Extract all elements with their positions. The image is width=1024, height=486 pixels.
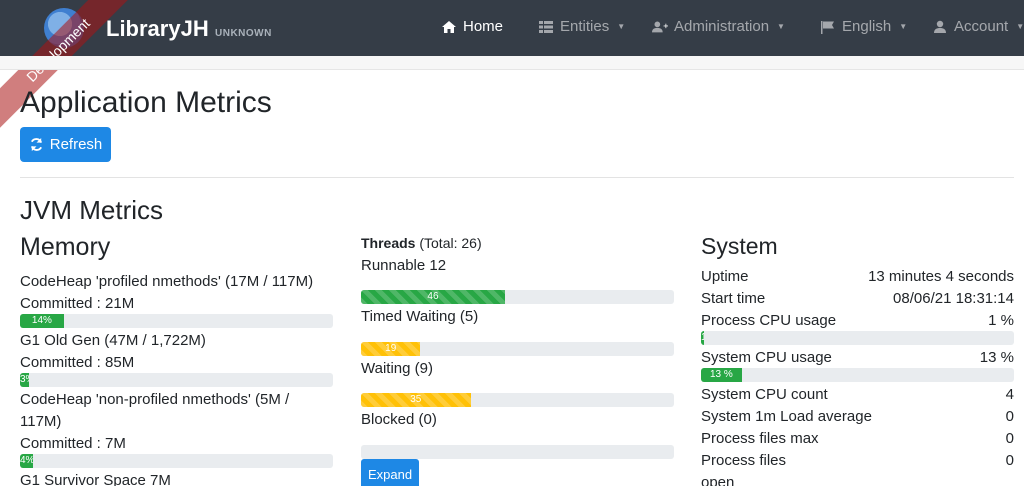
system-row-label: Process files max bbox=[701, 430, 819, 447]
navbar: LibraryJH UNKNOWN Home Entities ▼ Admini… bbox=[0, 0, 1024, 56]
system-row-files-open: Process files 0 bbox=[701, 452, 1014, 469]
system-row-start-time: Start time 08/06/21 18:31:14 bbox=[701, 290, 1014, 307]
home-icon bbox=[442, 20, 456, 33]
user-plus-icon bbox=[652, 20, 668, 32]
system-row-label: System CPU usage bbox=[701, 349, 832, 366]
refresh-button[interactable]: Refresh bbox=[20, 127, 111, 162]
threads-runnable: Runnable 12 bbox=[361, 257, 447, 274]
caret-down-icon: ▼ bbox=[899, 22, 908, 31]
system-row-load-average: System 1m Load average 0 bbox=[701, 408, 1014, 425]
threads-progress-fill: 46 bbox=[361, 290, 505, 304]
system-row-value: 08/06/21 18:31:14 bbox=[893, 290, 1014, 307]
nav-administration-label: Administration bbox=[674, 18, 770, 35]
page-title: Application Metrics bbox=[20, 86, 272, 119]
jvm-metrics-title: JVM Metrics bbox=[20, 195, 163, 225]
caret-down-icon: ▼ bbox=[1016, 22, 1024, 31]
system-row-value: 13 % bbox=[979, 349, 1014, 366]
system-cpu-progress-fill: 13 % bbox=[701, 368, 742, 382]
nav-language[interactable]: English ▼ bbox=[820, 18, 907, 35]
system-row-value: 0 bbox=[1005, 452, 1014, 469]
memory-item-label: CodeHeap 'profiled nmethods' (17M / 117M… bbox=[20, 273, 314, 290]
nav-account-label: Account bbox=[954, 18, 1009, 35]
system-row-uptime: Uptime 13 minutes 4 seconds bbox=[701, 268, 1014, 285]
memory-item-committed: Committed : 7M bbox=[20, 435, 126, 452]
threads-total: (Total: 26) bbox=[419, 235, 482, 251]
memory-item-label: G1 Survivor Space 7M bbox=[20, 472, 171, 486]
system-row-process-cpu: Process CPU usage 1 % bbox=[701, 312, 1014, 329]
threads-title: Threads bbox=[361, 235, 416, 251]
process-cpu-progress-fill: 1 % bbox=[701, 331, 705, 345]
process-cpu-progress: 1 % bbox=[701, 331, 1014, 345]
flag-icon bbox=[821, 20, 834, 34]
system-row-label: Start time bbox=[701, 290, 766, 307]
memory-item-label-cont: 117M) bbox=[20, 413, 62, 430]
brand-version: UNKNOWN bbox=[215, 28, 272, 39]
memory-item-label: G1 Old Gen (47M / 1,722M) bbox=[20, 332, 206, 349]
system-row-cpu-count: System CPU count 4 bbox=[701, 386, 1014, 403]
expand-button[interactable]: Expand bbox=[361, 459, 419, 486]
caret-down-icon: ▼ bbox=[617, 22, 626, 31]
memory-item-committed: Committed : 85M bbox=[20, 354, 135, 371]
nav-home-label: Home bbox=[463, 18, 504, 35]
caret-down-icon: ▼ bbox=[777, 22, 785, 31]
nav-administration[interactable]: Administration ▼ bbox=[652, 18, 785, 35]
threads-state-label: Timed Waiting (5) bbox=[361, 308, 479, 325]
threads-progress: 19 bbox=[361, 342, 674, 356]
threads-progress: 46 bbox=[361, 290, 674, 304]
threads-progress-fill: 35 bbox=[361, 393, 471, 407]
nav-account[interactable]: Account ▼ bbox=[932, 18, 1024, 35]
system-cpu-progress: 13 % bbox=[701, 368, 1014, 382]
memory-item-label: CodeHeap 'non-profiled nmethods' (5M / bbox=[20, 391, 290, 408]
threads-progress bbox=[361, 445, 674, 459]
divider bbox=[20, 177, 1014, 178]
memory-progress-fill: 3% bbox=[20, 373, 30, 387]
system-row-value: 13 minutes 4 seconds bbox=[868, 268, 1014, 285]
threads-state-label: Blocked (0) bbox=[361, 411, 437, 428]
threads-progress-fill: 19 bbox=[361, 342, 421, 356]
user-icon bbox=[934, 20, 946, 33]
system-row-label: System 1m Load average bbox=[701, 408, 872, 425]
system-title: System bbox=[701, 233, 778, 259]
system-row-label-cont: open bbox=[701, 474, 735, 486]
memory-title: Memory bbox=[20, 233, 111, 261]
system-row-value: 4 bbox=[1005, 386, 1014, 403]
threads-state-label: Waiting (9) bbox=[361, 360, 433, 377]
system-row-files-max: Process files max 0 bbox=[701, 430, 1014, 447]
refresh-icon bbox=[30, 137, 42, 152]
system-row-label: Process files bbox=[701, 452, 787, 469]
nav-home[interactable]: Home bbox=[441, 18, 503, 35]
system-row-system-cpu: System CPU usage 13 % bbox=[701, 349, 1014, 366]
memory-progress: 14% bbox=[20, 314, 333, 328]
threads-progress: 35 bbox=[361, 393, 674, 407]
brand-name[interactable]: LibraryJH bbox=[106, 16, 209, 42]
memory-item-committed: Committed : 21M bbox=[20, 295, 135, 312]
nav-entities-label: Entities bbox=[560, 18, 610, 35]
memory-progress: 4% bbox=[20, 454, 333, 468]
memory-progress: 3% bbox=[20, 373, 333, 387]
brand-logo-icon[interactable] bbox=[44, 8, 84, 48]
system-row-label: Process CPU usage bbox=[701, 312, 837, 329]
threads-header: Threads (Total: 26) bbox=[361, 235, 482, 251]
refresh-label: Refresh bbox=[49, 136, 103, 153]
system-row-label: System CPU count bbox=[701, 386, 828, 403]
system-row-value: 0 bbox=[1005, 430, 1014, 447]
nav-language-label: English bbox=[842, 18, 892, 35]
system-row-label: Uptime bbox=[701, 268, 749, 285]
nav-entities[interactable]: Entities ▼ bbox=[538, 18, 625, 35]
header-spacer bbox=[0, 56, 1024, 70]
system-row-value: 1 % bbox=[988, 312, 1014, 329]
memory-progress-fill: 14% bbox=[20, 314, 64, 328]
system-row-value: 0 bbox=[1005, 408, 1014, 425]
memory-progress-fill: 4% bbox=[20, 454, 33, 468]
table-icon bbox=[539, 20, 553, 33]
